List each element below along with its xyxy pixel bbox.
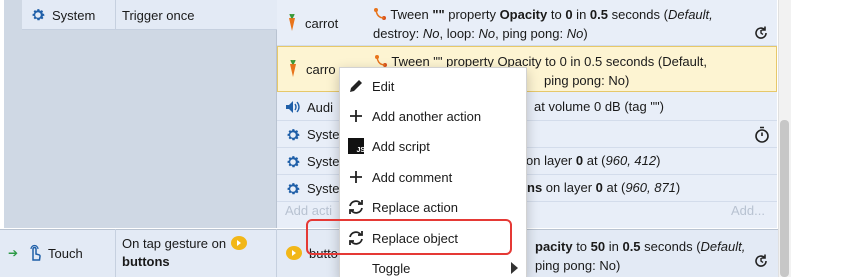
async-icon (755, 26, 767, 39)
menu-item-label: Add comment (372, 169, 453, 185)
text-part: 50 (590, 239, 606, 254)
text-part: On tap gesture on (122, 236, 227, 251)
text-part: 0.5 (622, 239, 641, 254)
pencil-icon (350, 80, 362, 92)
arrow-right-icon[interactable]: ➔ (4, 229, 22, 277)
text-part: on layer (526, 153, 576, 168)
text-part: ) (675, 180, 681, 195)
gear-icon (287, 128, 300, 140)
add-more-link[interactable]: Add... (731, 203, 765, 218)
text-part: seconds ( (607, 7, 668, 22)
action-text: at volume 0 dB (tag "") (534, 99, 664, 114)
text-part: property (444, 7, 500, 22)
text-part: 0 (595, 180, 603, 195)
text-part: Tween (390, 7, 433, 22)
carrot-icon (290, 60, 296, 77)
action-object-label: Audi (307, 99, 334, 115)
menu-item-label: Toggle (372, 260, 411, 276)
action-text: pacity to 50 in 0.5 seconds (Default, pi… (529, 235, 769, 277)
action-object-label: carro (306, 61, 336, 77)
svg-text:JS: JS (357, 147, 365, 154)
condition-object[interactable]: Touch (22, 229, 116, 277)
text-part: No (478, 26, 496, 41)
text-part: , ping pong: (495, 26, 567, 41)
action-object-label: Syste (307, 154, 340, 169)
text-part: 960, 412 (605, 153, 657, 168)
replace-icon (349, 200, 363, 214)
gear-icon (287, 155, 300, 167)
highlight-box (306, 219, 512, 255)
text-part: buttons (122, 254, 170, 269)
menu-item-toggle[interactable]: Toggle (340, 253, 526, 277)
text-part: to (572, 239, 591, 254)
menu-item-label: Add script (372, 138, 430, 154)
menu-item-replace-action[interactable]: Replace action (340, 192, 526, 222)
action-object: carrot (277, 0, 373, 46)
menu-item-edit[interactable]: Edit (340, 71, 526, 101)
text-part: 960, 871 (625, 180, 676, 195)
plus-icon (350, 110, 362, 122)
action-text: ns on layer 0 at (960, 871) (527, 180, 680, 195)
menu-item-label: Add another action (372, 108, 482, 124)
text-part: 0 (565, 7, 573, 22)
text-part: , loop: (439, 26, 479, 41)
text-part: 0.5 (589, 7, 608, 22)
js-icon: JS (348, 138, 364, 154)
text-part: destroy: (373, 26, 423, 41)
touch-icon (30, 244, 41, 261)
text-part: ns (527, 180, 543, 195)
action-text: on layer 0 at (960, 412) (526, 153, 660, 168)
plus-icon (350, 171, 362, 183)
condition-object[interactable]: System (22, 0, 116, 30)
timer-icon (755, 126, 769, 143)
text-part: ) (583, 26, 588, 41)
gear-icon (32, 9, 45, 21)
condition-text[interactable]: On tap gesture on buttons (116, 229, 277, 277)
carrot-icon (289, 14, 295, 31)
tween-icon (374, 8, 386, 20)
add-action-link[interactable]: Add acti (285, 203, 332, 218)
submenu-arrow-icon (511, 262, 518, 274)
speaker-icon (286, 101, 300, 113)
action-object-label: Syste (307, 181, 340, 196)
text-part: pacity (535, 239, 573, 254)
text-part: ping pong: No) (535, 258, 621, 273)
gear-icon (287, 182, 300, 194)
text-part: Opacity (499, 7, 548, 22)
action-object-label: carrot (305, 15, 339, 31)
text-part: Default, (667, 7, 713, 22)
text-part: in (605, 239, 623, 254)
menu-item-add-script[interactable]: JS Add script (340, 131, 526, 161)
action-row-carrot-1[interactable]: carrot Tween "" property Opacity to 0 in… (277, 0, 777, 46)
text-part: seconds ( (640, 239, 701, 254)
button-object-icon (230, 236, 247, 250)
action-object-label: Syste (307, 127, 340, 142)
text-part: at ( (602, 180, 626, 195)
condition-object-label: Touch (48, 245, 83, 261)
async-icon (755, 254, 767, 267)
text-part: at ( (583, 153, 606, 168)
tween-icon (375, 55, 387, 67)
text-part: in (572, 7, 590, 22)
scrollbar-thumb[interactable] (780, 120, 789, 277)
action-text: Tween "" property Opacity to 0 in 0.5 se… (367, 3, 757, 45)
text-part: "" (432, 7, 445, 22)
button-object-icon (286, 246, 302, 260)
menu-item-add-another-action[interactable]: Add another action (340, 101, 526, 131)
text-part: No (422, 26, 440, 41)
condition-text[interactable]: Trigger once (116, 0, 277, 30)
text-part: to (547, 7, 566, 22)
event1-condition-column (4, 0, 277, 228)
text-part: ) (656, 153, 661, 168)
condition-object-label: System (52, 7, 96, 23)
menu-item-label: Replace action (372, 199, 458, 215)
menu-item-add-comment[interactable]: Add comment (340, 162, 526, 192)
text-part: on layer (545, 180, 596, 195)
menu-item-label: Edit (372, 78, 395, 94)
text-part: Default, (700, 239, 746, 254)
text-part: No (566, 26, 584, 41)
